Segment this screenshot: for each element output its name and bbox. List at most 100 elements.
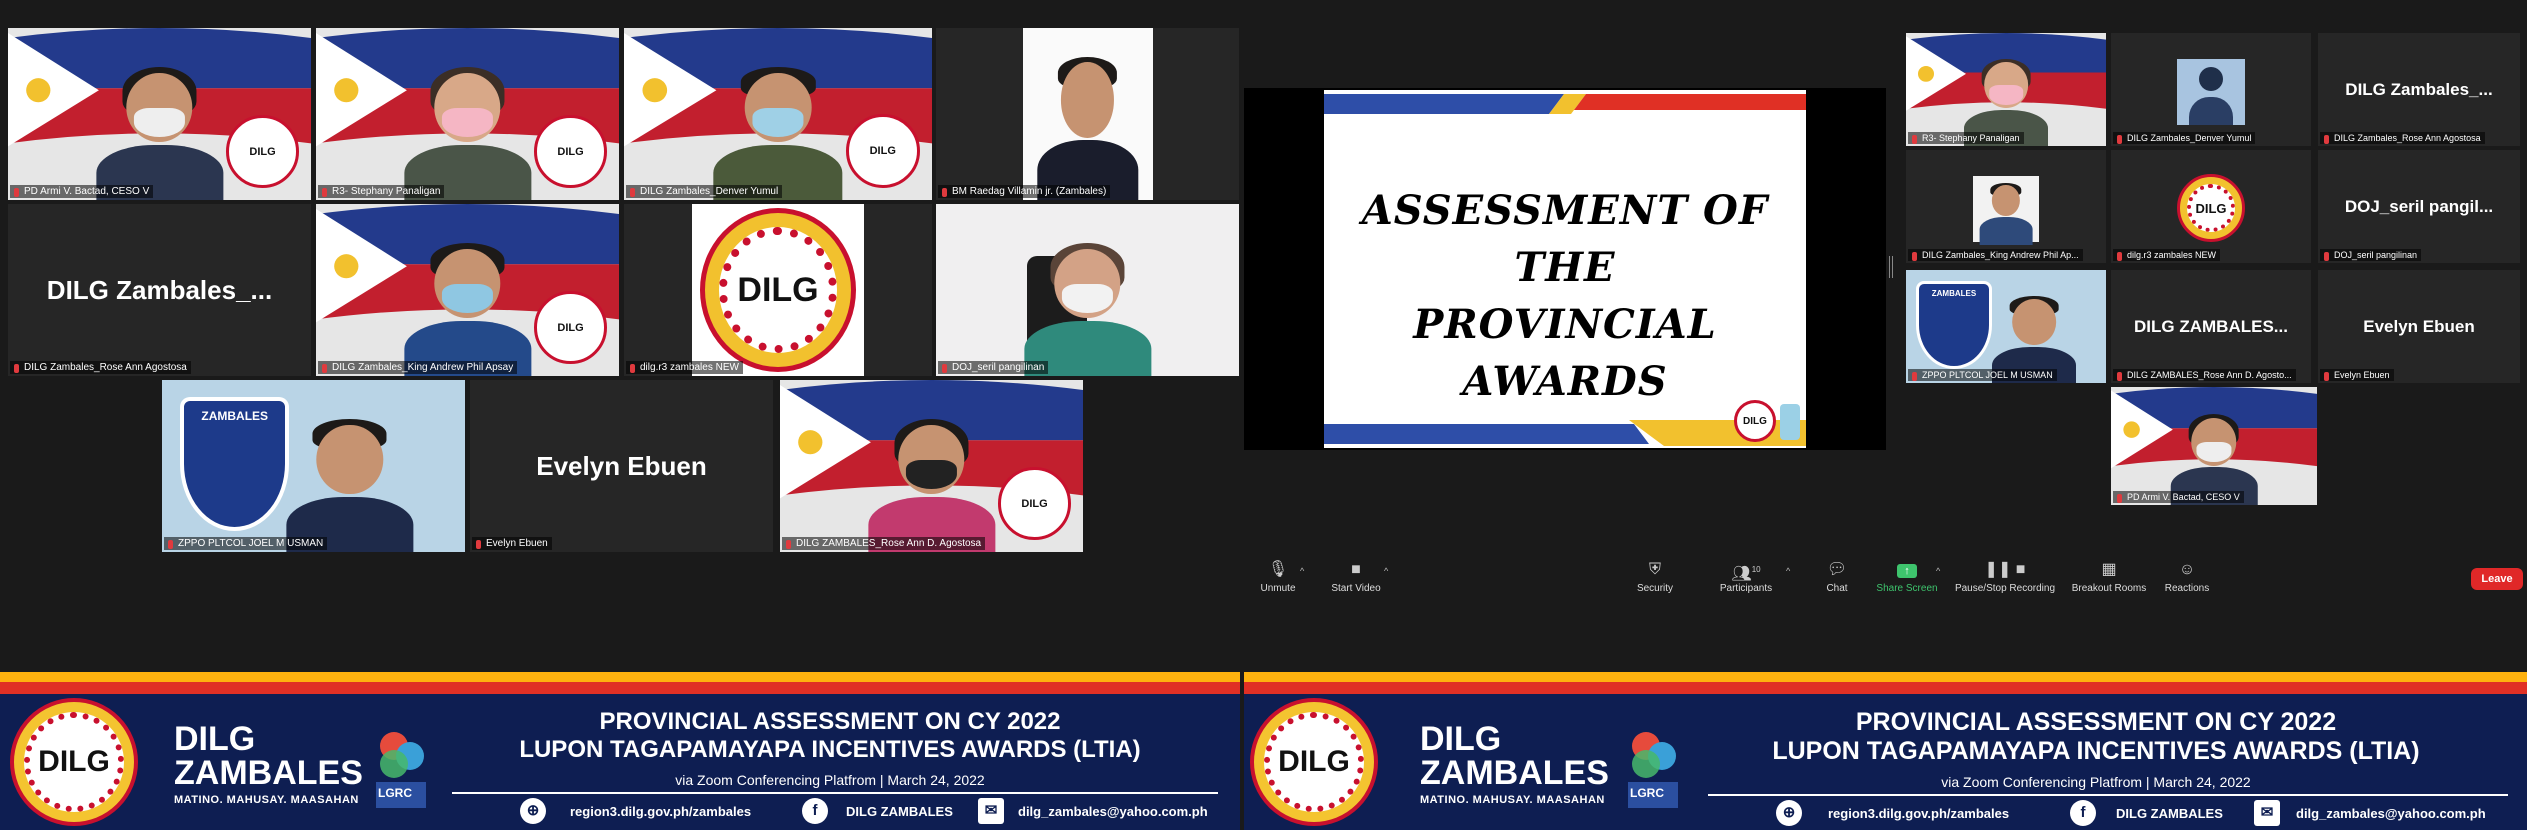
participant-name: DILG Zambales_King Andrew Phil Apsay — [318, 361, 518, 374]
share-screen-button[interactable]: ↑ Share Screen — [1876, 560, 1938, 594]
video-off-icon: ■ — [1351, 561, 1361, 578]
participant-figure — [95, 67, 224, 200]
avatar — [2177, 59, 2245, 125]
facebook-icon: f — [802, 798, 828, 824]
audio-options-chevron-icon[interactable]: ^ — [1300, 566, 1304, 576]
participant-name: dilg.r3 zambales NEW — [2113, 249, 2221, 261]
video-tile[interactable]: DILG dilg.r3 zambales NEW — [624, 204, 932, 376]
share-screen-label: Share Screen — [1876, 583, 1938, 594]
start-video-button[interactable]: ■ Start Video — [1326, 560, 1386, 594]
video-feed — [936, 204, 1239, 376]
video-tile[interactable]: DILG Zambales_... DILG Zambales_Rose Ann… — [8, 204, 311, 376]
participant-display-name: Evelyn Ebuen — [536, 450, 707, 481]
unmute-button[interactable]: 🎙︎ Unmute — [1256, 560, 1300, 594]
security-button[interactable]: ⛨ Security — [1634, 560, 1676, 594]
dilg-seal-icon: DILG — [845, 114, 920, 188]
org-name: DILG ZAMBALES — [1420, 722, 1609, 790]
facebook-link[interactable]: DILG ZAMBALES — [846, 804, 953, 819]
video-tile-active-speaker[interactable]: PD Armi V. Bactad, CESO V — [2111, 387, 2317, 505]
event-title: PROVINCIAL ASSESSMENT ON CY 2022 LUPON T… — [1696, 708, 2496, 766]
globe-icon: ⊕ — [1776, 800, 1802, 826]
participant-name: DOJ_seril pangilinan — [938, 361, 1049, 374]
participant-name: DILG ZAMBALES_Rose Ann D. Agostosa — [782, 537, 986, 550]
pause-stop-recording-button[interactable]: ❚❚ ■ Pause/Stop Recording — [1952, 560, 2058, 594]
event-line2: LUPON TAGAPAMAYAPA INCENTIVES AWARDS (LT… — [1772, 737, 2420, 765]
video-feed — [1022, 28, 1153, 200]
security-label: Security — [1636, 583, 1674, 594]
event-banner: DILG DILG ZAMBALES MATINO. MAHUSAY. MAAS… — [1244, 672, 2527, 830]
email-icon: ✉ — [2254, 800, 2280, 826]
video-tile[interactable]: Evelyn Ebuen Evelyn Ebuen — [2318, 270, 2520, 383]
video-feed: DILG — [316, 204, 619, 376]
participant-name: DILG Zambales_Denver Yumul — [626, 185, 783, 198]
pause-stop-icon: ❚❚ ■ — [1984, 561, 2026, 578]
participant-display-name: DILG ZAMBALES... — [2134, 316, 2288, 336]
video-feed: DILG — [692, 204, 864, 376]
video-feed: DILG — [8, 28, 311, 200]
email-icon: ✉ — [978, 798, 1004, 824]
slide-dilg-logo: DILG — [1734, 400, 1776, 442]
org-motto: MATINO. MAHUSAY. MAASAHAN — [1420, 794, 1605, 806]
participant-name: ZPPO PLTCOL JOEL M USMAN — [1908, 369, 2057, 381]
shield-icon: ⛨ — [1648, 561, 1661, 578]
leave-button[interactable]: Leave — [2471, 568, 2523, 590]
facebook-link[interactable]: DILG ZAMBALES — [2116, 806, 2223, 821]
website-link[interactable]: region3.dilg.gov.ph/zambales — [1828, 806, 2009, 821]
email-link[interactable]: dilg_zambales@yahoo.com.ph — [1018, 804, 1208, 819]
video-feed: ZAMBALES — [1906, 270, 2106, 383]
chat-label: Chat — [1826, 583, 1848, 594]
video-tile[interactable]: DOJ_seril pangil... DOJ_seril pangilinan — [2318, 150, 2520, 263]
event-line1: PROVINCIAL ASSESSMENT ON CY 2022 — [1855, 708, 2337, 736]
video-tile[interactable]: DOJ_seril pangilinan — [936, 204, 1239, 376]
participants-chevron-icon[interactable]: ^ — [1786, 566, 1790, 576]
participant-name: R3- Stephany Panaligan — [1908, 132, 2024, 144]
chat-button[interactable]: 💬︎ Chat — [1822, 560, 1852, 594]
video-tile[interactable]: DILG dilg.r3 zambales NEW — [2111, 150, 2311, 263]
participant-name: Evelyn Ebuen — [2320, 369, 2394, 381]
video-tile[interactable]: BM Raedag Villamin jr. (Zambales) — [936, 28, 1239, 200]
participant-display-name: DILG Zambales_... — [46, 274, 273, 305]
video-tile[interactable]: DILG PD Armi V. Bactad, CESO V — [8, 28, 311, 200]
share-options-chevron-icon[interactable]: ^ — [1936, 566, 1940, 576]
email-link[interactable]: dilg_zambales@yahoo.com.ph — [2296, 806, 2486, 821]
video-feed — [1973, 176, 2039, 245]
microphone-muted-icon: 🎙︎ — [1267, 561, 1289, 578]
dilg-seal-icon: DILG — [1250, 698, 1378, 826]
org-motto: MATINO. MAHUSAY. MAASAHAN — [174, 794, 359, 806]
participant-name: ZPPO PLTCOL JOEL M USMAN — [164, 537, 328, 550]
video-options-chevron-icon[interactable]: ^ — [1384, 566, 1388, 576]
video-tile[interactable]: ZAMBALES ZPPO PLTCOL JOEL M USMAN — [162, 380, 465, 552]
dilg-seal-icon: DILG — [534, 115, 607, 188]
participant-name: Evelyn Ebuen — [472, 537, 552, 550]
participant-figure — [403, 243, 532, 376]
reactions-icon: ☺ — [2178, 561, 2196, 578]
resize-handle-icon[interactable] — [1889, 256, 1893, 278]
video-tile[interactable]: DILG Zambales_... DILG Zambales_Rose Ann… — [2318, 33, 2520, 146]
video-tile[interactable]: DILG Zambales_King Andrew Phil Ap... — [1906, 150, 2106, 263]
participant-name: DOJ_seril pangilinan — [2320, 249, 2422, 261]
slide-title-line: PROVINCIAL AWARDS — [1413, 301, 1717, 405]
video-tile[interactable]: DILG DILG Zambales_King Andrew Phil Apsa… — [316, 204, 619, 376]
video-tile[interactable]: ZAMBALES ZPPO PLTCOL JOEL M USMAN — [1906, 270, 2106, 383]
participants-button[interactable]: 👥︎10 Participants — [1718, 560, 1774, 594]
reactions-button[interactable]: ☺ Reactions — [2162, 560, 2212, 594]
breakout-rooms-button[interactable]: ▦ Breakout Rooms — [2066, 560, 2152, 594]
event-subtitle: via Zoom Conferencing Platfrom | March 2… — [675, 772, 985, 788]
participant-name: BM Raedag Villamin jr. (Zambales) — [938, 185, 1111, 198]
shared-screen[interactable]: ASSESSMENT OF THE PROVINCIAL AWARDS COMM… — [1244, 88, 1886, 450]
video-tile[interactable]: DILG DILG ZAMBALES_Rose Ann D. Agostosa — [780, 380, 1083, 552]
org-line2: ZAMBALES — [174, 754, 363, 792]
globe-icon: ⊕ — [520, 798, 546, 824]
video-tile-active-speaker[interactable]: DILG DILG Zambales_Denver Yumul — [624, 28, 932, 200]
video-feed: DILG — [780, 380, 1083, 552]
video-tile[interactable]: DILG ZAMBALES... DILG ZAMBALES_Rose Ann … — [2111, 270, 2311, 383]
unmute-label: Unmute — [1260, 583, 1296, 594]
website-link[interactable]: region3.dilg.gov.ph/zambales — [570, 804, 751, 819]
video-tile[interactable]: Evelyn Ebuen Evelyn Ebuen — [470, 380, 773, 552]
video-tile[interactable]: R3- Stephany Panaligan — [1906, 33, 2106, 146]
event-line1: PROVINCIAL ASSESSMENT ON CY 2022 — [599, 708, 1061, 735]
breakout-rooms-icon: ▦ — [2101, 561, 2117, 578]
video-tile[interactable]: DILG R3- Stephany Panaligan — [316, 28, 619, 200]
presentation-slide: ASSESSMENT OF THE PROVINCIAL AWARDS COMM… — [1324, 90, 1806, 448]
video-tile[interactable]: DILG Zambales_Denver Yumul — [2111, 33, 2311, 146]
